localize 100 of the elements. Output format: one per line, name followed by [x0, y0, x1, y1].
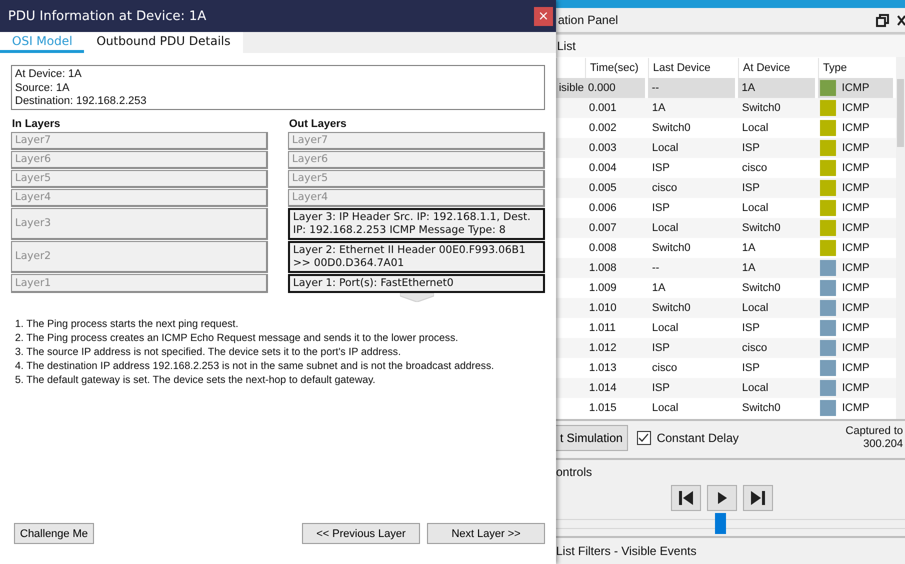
table-cell-text: 0.003 — [588, 141, 618, 156]
table-cell-text: Switch0 — [741, 221, 782, 236]
skip-back-icon — [677, 489, 695, 507]
skip-forward-icon — [749, 489, 767, 507]
table-cell-text: Local — [741, 121, 770, 136]
table-cell-text: Switch0 — [741, 101, 782, 116]
table-cell: ICMP — [842, 82, 870, 94]
section-label: List Filters - Visible Events — [556, 544, 696, 558]
back-button[interactable] — [671, 485, 701, 511]
table-cell-text: 1A — [741, 261, 756, 276]
table-cell-text: 1.015 — [588, 401, 618, 416]
table-cell-text: Local — [651, 221, 680, 236]
table-cell-text: cisco — [741, 341, 768, 356]
table-cell-text: Switch0 — [651, 301, 692, 316]
table-cell-text: 1.012 — [588, 341, 618, 356]
step-text: 2. The Ping process creates an ICMP Echo Request message and sends it to the lower process. — [15, 332, 460, 346]
table-cell-text: 0.005 — [588, 181, 618, 196]
close-button[interactable]: × — [534, 6, 553, 26]
table-cell-text: 0.002 — [588, 121, 618, 136]
table-cell-text: cisco — [651, 181, 678, 196]
forward-button[interactable] — [743, 485, 773, 511]
table-cell: ICMP — [842, 122, 870, 134]
table-cell-text: ISP — [741, 181, 761, 196]
info-text: Source: 1A — [15, 82, 70, 95]
table-cell-text: Local — [651, 141, 680, 156]
table-cell: isible — [556, 78, 584, 98]
scrollbar[interactable] — [896, 57, 905, 419]
table-cell: 1A — [738, 78, 815, 98]
table-cell-text: Switch0 — [651, 241, 692, 256]
table-cell-text: ISP — [651, 161, 671, 176]
layer-box[interactable]: Layer7 — [288, 132, 545, 150]
column-heading: In Layers — [12, 119, 62, 130]
tab[interactable]: OSI Model — [0, 32, 84, 53]
captured-label: Captured to — [846, 424, 903, 438]
layer-box[interactable]: Layer3 — [11, 208, 268, 240]
slider[interactable] — [556, 513, 905, 534]
previous-layer-button[interactable]: << Previous Layer — [302, 523, 420, 544]
play-button[interactable] — [707, 485, 737, 511]
table-cell-text: 1.008 — [588, 261, 618, 276]
layer-box[interactable]: Layer6 — [11, 151, 268, 169]
table-cell-text: Switch0 — [651, 121, 692, 136]
restore-icon[interactable] — [876, 14, 889, 26]
table-cell-text: 1A — [741, 241, 756, 256]
layer-box[interactable]: Layer6 — [288, 151, 545, 169]
next-layer-button[interactable]: Next Layer >> — [427, 523, 545, 544]
table-cell-text: ISP — [651, 341, 671, 356]
panel-title: ation Panel — [558, 13, 618, 27]
table-cell: ICMP — [842, 202, 870, 214]
table-cell: ICMP — [842, 102, 870, 114]
layer-box[interactable]: Layer5 — [288, 170, 545, 188]
table-cell-text: 1A — [651, 101, 666, 116]
table-cell: ICMP — [842, 162, 870, 174]
table-cell-text: 0.004 — [588, 161, 618, 176]
layer-box[interactable]: Layer 1: Port(s): FastEthernet0 — [288, 274, 545, 293]
reset-simulation-button[interactable]: t Simulation — [556, 424, 628, 450]
challenge-me-button[interactable]: Challenge Me — [14, 523, 94, 544]
table-cell-text: 1.011 — [588, 321, 617, 336]
checkbox[interactable] — [636, 430, 651, 444]
table-cell-text: 1.009 — [588, 281, 618, 296]
table-cell: ICMP — [842, 222, 870, 234]
section-label: ontrols — [556, 465, 592, 479]
table-cell-text: 1.013 — [588, 361, 618, 376]
table-cell: ICMP — [842, 262, 870, 274]
layer-box[interactable]: Layer1 — [11, 274, 268, 293]
table-cell: ICMP — [842, 282, 870, 294]
table-cell-text: 1.014 — [588, 381, 618, 396]
layer-box[interactable]: Layer7 — [11, 132, 268, 150]
table-cell: ICMP — [842, 182, 870, 194]
table-cell-text: 1A — [651, 281, 666, 296]
table-cell: ICMP — [842, 382, 870, 394]
step-text: 3. The source IP address is not specified. The device sets it to the port's IP address. — [15, 346, 402, 360]
table-cell-text: ISP — [651, 201, 671, 216]
layer-box[interactable]: Layer 3: IP Header Src. IP: 192.168.1.1, Dest. IP: 192.168.2.253 ICMP Message Type: 8 — [288, 208, 545, 240]
table-cell-text: 0.008 — [588, 241, 618, 256]
step-text: 1. The Ping process starts the next ping request. — [15, 318, 240, 332]
table-cell-text: ISP — [741, 321, 761, 336]
column-heading: Out Layers — [289, 119, 348, 130]
table-cell: ICMP — [842, 302, 870, 314]
table-cell-text: ISP — [651, 381, 671, 396]
section-label: List — [557, 39, 576, 53]
captured-value: 300.204 — [863, 438, 903, 450]
table-cell: ICMP — [842, 402, 870, 414]
close-icon[interactable] — [897, 14, 905, 26]
layer-box[interactable]: Layer2 — [11, 241, 268, 273]
layer-box[interactable]: Layer4 — [288, 189, 545, 207]
table-cell-text: Local — [741, 201, 770, 216]
table-cell: ICMP — [842, 342, 870, 354]
table-cell-text: -- — [651, 261, 660, 276]
table-cell-text: cisco — [651, 361, 678, 376]
layer-box[interactable]: Layer4 — [11, 189, 268, 207]
table-cell-text: cisco — [741, 161, 768, 176]
layer-box[interactable]: Layer 2: Ethernet II Header 00E0.F993.06B1 >> 00D0.D364.7A01 — [288, 241, 545, 273]
table-cell-text: Switch0 — [741, 281, 782, 296]
table-cell-text: 0.001 — [588, 101, 618, 116]
step-text: 5. The default gateway is set. The device sets the next-hop to default gateway. — [15, 374, 376, 388]
window-title: PDU Information at Device: 1A — [8, 8, 208, 24]
layer-box[interactable]: Layer5 — [11, 170, 268, 188]
table-cell: ICMP — [842, 142, 870, 154]
table-cell-text: Local — [741, 381, 770, 396]
table-cell: 0.000 — [584, 78, 645, 98]
